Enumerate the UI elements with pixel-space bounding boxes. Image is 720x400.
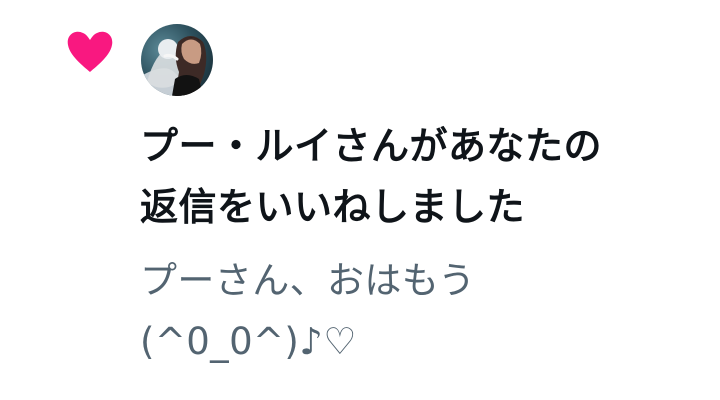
reply-line-1: プーさん、おはもう <box>140 259 476 302</box>
like-notification[interactable]: プー・ルイさんがあなたの 返信をいいねしました プーさん、おはもう (^0_0^… <box>0 0 720 400</box>
heart-icon <box>66 30 114 74</box>
message-line-1: プー・ルイさんがあなたの <box>140 124 603 168</box>
notification-message: プー・ルイさんがあなたの 返信をいいねしました <box>140 116 700 238</box>
reply-line-2: (^0_0^)♪♡ <box>140 320 357 363</box>
liked-reply-text[interactable]: プーさん、おはもう (^0_0^)♪♡ <box>140 250 700 372</box>
message-line-2: 返信をいいねしました <box>140 185 526 229</box>
user-avatar[interactable] <box>141 24 213 96</box>
